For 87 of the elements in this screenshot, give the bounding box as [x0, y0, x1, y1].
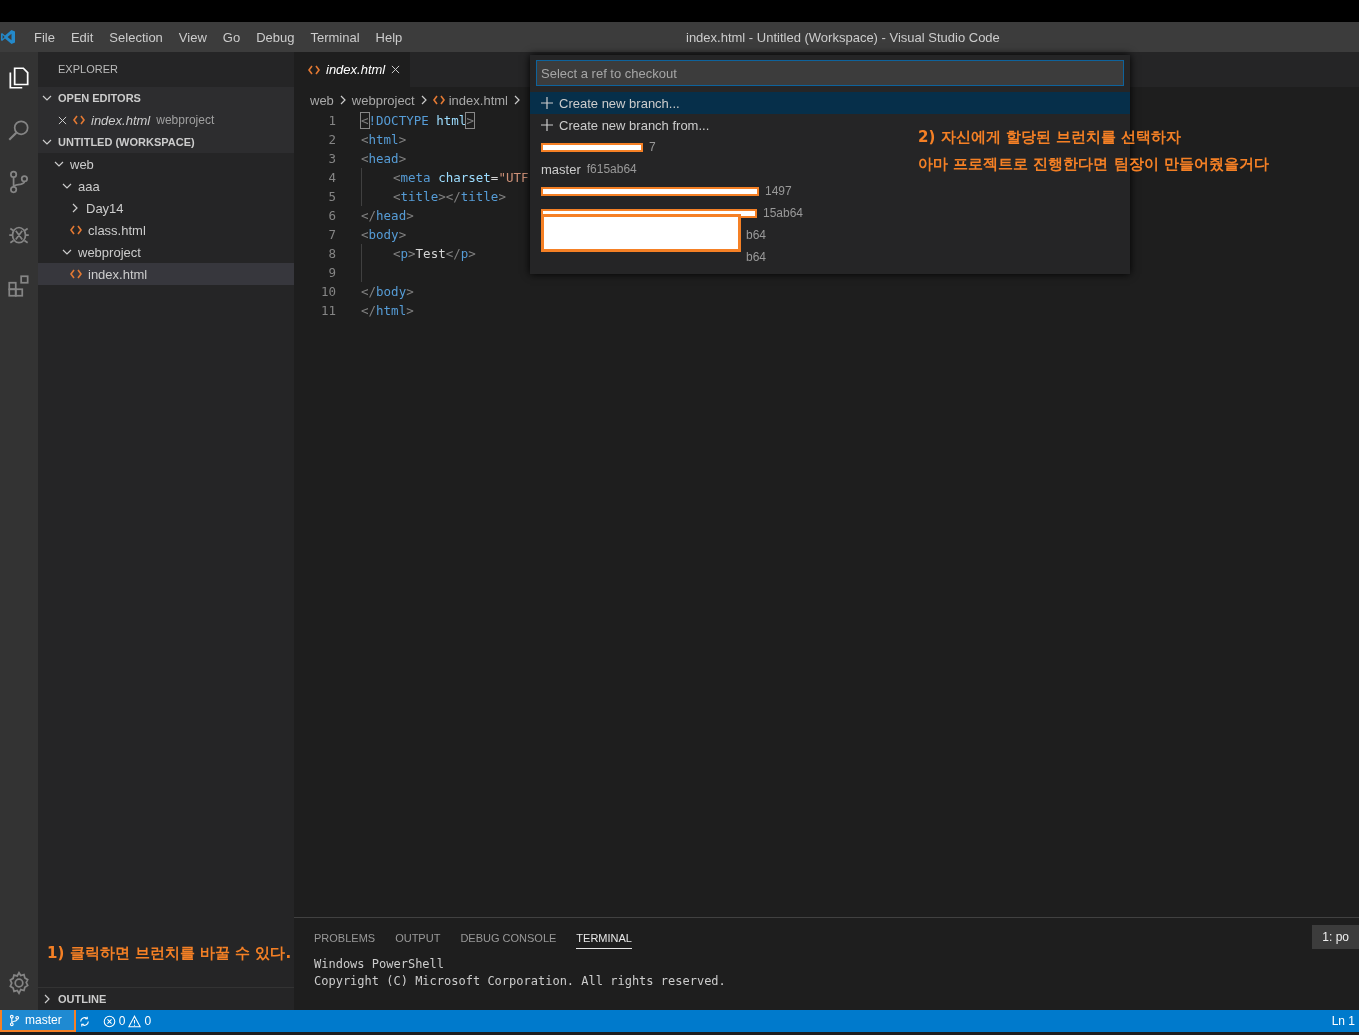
close-icon[interactable] [58, 115, 67, 125]
plus-icon [541, 119, 553, 131]
line-number: 6 [327, 208, 336, 223]
menu-item[interactable]: View [170, 29, 215, 45]
quick-pick-item[interactable]: 15ab64 [763, 206, 804, 220]
menu-item[interactable]: Debug [248, 29, 303, 45]
plus-icon [541, 97, 553, 109]
warning-icon [128, 1014, 142, 1028]
line-number: 9 [327, 265, 336, 280]
quick-pick-item[interactable]: 1497 [765, 184, 792, 198]
branch-icon [8, 1013, 21, 1027]
line-number: 1 [327, 113, 336, 128]
problems-status[interactable]: 0 0 [102, 1014, 152, 1028]
annotation-text: 아마 프로젝트로 진행한다면 팀장이 만들어줬을거다 [918, 154, 1269, 175]
menu-item[interactable]: Edit [62, 29, 102, 45]
code-line: <meta charset="UTF [393, 169, 529, 187]
section-header[interactable]: UNTITLED (WORKSPACE) [38, 131, 294, 153]
code-line: </head> [361, 207, 414, 225]
explorer-title: EXPLORER [57, 62, 119, 77]
chevron-icon [70, 203, 80, 213]
code-file-icon [70, 225, 82, 235]
cursor-position[interactable]: Ln 1 [1331, 1014, 1359, 1028]
open-editor-item[interactable]: index.html webproject [38, 109, 294, 131]
panel-tab[interactable]: OUTPUT [395, 926, 441, 948]
chevron-icon [512, 95, 522, 105]
panel-tab[interactable]: DEBUG CONSOLE [460, 926, 557, 948]
breadcrumb-item[interactable]: webproject [351, 92, 415, 108]
menu-item[interactable]: Help [367, 29, 411, 45]
terminal-line: Copyright (C) Microsoft Corporation. All rights reserved. [314, 973, 727, 990]
line-number: 10 [319, 284, 336, 299]
code-line: </body> [361, 283, 414, 301]
code-file-icon [432, 95, 445, 105]
branch-status[interactable]: master [0, 1010, 76, 1032]
line-number: 2 [327, 132, 336, 147]
vscode-logo-icon [0, 29, 16, 45]
line-number: 5 [327, 189, 336, 204]
code-line: <body> [361, 226, 407, 244]
section-header[interactable]: OPEN EDITORS [38, 87, 294, 109]
line-number: 7 [327, 227, 336, 242]
code-line: <title></title> [393, 188, 506, 206]
menu-item[interactable]: File [26, 29, 63, 45]
tree-item[interactable]: index.html [38, 263, 294, 285]
code-line: <p>Test</p> [393, 245, 476, 263]
annotation-text: 1) 클릭하면 브런치를 바꿀 수 있다. [47, 944, 292, 963]
tree-item[interactable]: web [38, 153, 294, 175]
panel-tab[interactable]: TERMINAL [576, 925, 632, 949]
annotation-text: 2) 자신에게 할당된 브런치를 선택하자 [918, 127, 1183, 148]
code-file-icon [70, 269, 82, 279]
extensions-icon [6, 273, 32, 299]
tree-item[interactable]: class.html [38, 219, 294, 241]
line-number: 11 [319, 303, 336, 318]
code-file-icon [73, 115, 85, 125]
tree-item[interactable]: aaa [38, 175, 294, 197]
ref-search-field[interactable]: Select a ref to checkout [536, 60, 1124, 86]
code-line: <html> [361, 131, 407, 149]
menu-item[interactable]: Go [214, 29, 249, 45]
terminal-line: Windows PowerShell [314, 956, 446, 973]
files-icon [6, 65, 32, 91]
line-number: 8 [327, 246, 336, 261]
code-line: <!DOCTYPE html> [361, 112, 474, 130]
quick-pick-item[interactable]: b64 [746, 246, 767, 268]
quick-pick-item[interactable]: b64 [746, 224, 767, 246]
tree-item[interactable]: Day14 [38, 197, 294, 219]
error-icon [102, 1014, 116, 1028]
breadcrumb-item[interactable]: web [310, 92, 334, 108]
quick-pick-item[interactable]: 7 [649, 140, 656, 154]
editor-tab[interactable]: index.html [294, 52, 411, 87]
settings-icon[interactable] [6, 970, 32, 996]
terminal-select[interactable]: 1: po [1312, 925, 1359, 949]
line-number: 3 [327, 151, 336, 166]
chevron-icon [62, 181, 72, 191]
panel-tab[interactable]: PROBLEMS [314, 926, 376, 948]
menu-item[interactable]: Selection [101, 29, 171, 45]
chevron-icon [62, 247, 72, 257]
window-title: index.html - Untitled (Workspace) - Visual Studio Code [686, 30, 1000, 45]
close-icon[interactable] [391, 65, 401, 74]
code-line: <head> [361, 150, 407, 168]
breadcrumb-item[interactable]: index.html [448, 92, 508, 108]
quick-pick-item[interactable]: master f615ab64 [541, 161, 637, 177]
quick-pick-item[interactable]: Create new branch... [530, 92, 1130, 114]
code-file-icon [308, 64, 320, 75]
tree-item[interactable]: webproject [38, 241, 294, 263]
menu-item[interactable]: Terminal [302, 29, 368, 45]
sync-icon[interactable] [77, 1014, 91, 1028]
chevron-icon [54, 159, 64, 169]
code-line: </html> [361, 302, 414, 320]
line-number: 4 [327, 170, 336, 185]
